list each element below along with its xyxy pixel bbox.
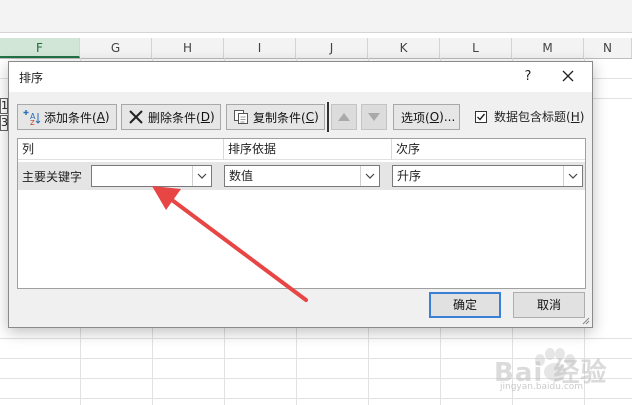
toolbar-divider [327, 102, 329, 132]
column-header-sort-on: 排序依据 [224, 139, 391, 160]
header-row-checkbox-group[interactable]: 数据包含标题(H) [475, 108, 584, 125]
column-header-i[interactable]: I [224, 38, 296, 58]
chevron-down-icon[interactable] [360, 166, 379, 186]
ribbon-area [0, 0, 632, 33]
column-header-l[interactable]: L [440, 38, 512, 58]
delete-level-button[interactable]: 删除条件(D) [121, 104, 221, 130]
column-header-h[interactable]: H [152, 38, 224, 58]
options-suffix: )... [439, 110, 456, 124]
checkmark-icon [477, 113, 486, 121]
paren-close: ) [209, 110, 215, 124]
column-header-j[interactable]: J [296, 38, 368, 58]
watermark-url: jingyan.baidu.com [500, 382, 584, 392]
column-header-col: 列 [18, 139, 223, 160]
delete-icon [127, 108, 145, 126]
header-row-checkbox[interactable] [475, 110, 487, 123]
options-accelerator: O [429, 110, 440, 124]
sort-key-label: 主要关键字 [22, 170, 83, 184]
delete-level-label: 删除条件( [148, 110, 201, 125]
sort-levels-table: 列 排序依据 次序 主要关键字 数值 升序 [17, 138, 586, 289]
header-row-suffix: ) [579, 109, 585, 124]
chevron-down-icon[interactable] [563, 166, 582, 186]
copy-level-label: 复制条件( [253, 110, 306, 125]
dialog-title: 排序 [19, 71, 44, 85]
copy-level-accelerator: C [305, 110, 315, 124]
paren-close: ) [314, 110, 319, 124]
column-header-f[interactable]: F [0, 38, 80, 58]
close-button[interactable] [556, 66, 580, 88]
help-button[interactable]: ? [516, 66, 540, 88]
sort-order-value: 升序 [397, 169, 422, 183]
sort-column-select[interactable] [91, 165, 212, 187]
column-header-n[interactable]: N [584, 38, 632, 58]
chevron-down-icon[interactable] [192, 166, 211, 186]
column-header-g[interactable]: G [80, 38, 152, 58]
move-down-button[interactable] [361, 104, 387, 130]
column-header-order: 次序 [392, 139, 585, 160]
sort-on-value: 数值 [229, 169, 254, 183]
column-header-m[interactable]: M [512, 38, 584, 58]
cell-value[interactable]: 1 [0, 98, 8, 114]
add-level-button[interactable]: AZ 添加条件(A) [17, 104, 117, 130]
cancel-button[interactable]: 取消 [513, 292, 585, 318]
header-row-checkbox-label: 数据包含标题( [494, 110, 571, 124]
paren-close: ) [104, 110, 110, 124]
column-header-row: F G H I J K L M N [0, 38, 632, 59]
close-icon [562, 70, 574, 82]
copy-level-button[interactable]: 复制条件(C) [226, 104, 325, 130]
sort-on-select[interactable]: 数值 [224, 165, 380, 187]
add-level-icon: AZ [23, 108, 41, 126]
delete-level-accelerator: D [200, 110, 210, 124]
cell-value[interactable]: 3 [0, 115, 8, 131]
dialog-titlebar: 排序 ? [9, 62, 592, 92]
arrow-up-icon [338, 113, 350, 121]
column-header-k[interactable]: K [368, 38, 440, 58]
ok-button[interactable]: 确定 [429, 292, 501, 318]
move-up-button[interactable] [331, 104, 357, 130]
svg-text:Z: Z [30, 119, 35, 126]
add-level-accelerator: A [96, 110, 105, 124]
options-label: 选项( [401, 110, 430, 125]
add-level-label: 添加条件( [44, 110, 97, 125]
copy-icon [232, 108, 250, 126]
header-row-accelerator: H [570, 109, 580, 124]
resize-grip-icon[interactable] [582, 317, 590, 325]
arrow-down-icon [368, 113, 380, 121]
options-button[interactable]: 选项(O)... [393, 104, 460, 130]
sort-dialog: 排序 ? AZ 添加条件(A) 删除条件(D) 复制条件(C) 选项(O)... [8, 61, 593, 328]
sort-order-select[interactable]: 升序 [392, 165, 583, 187]
